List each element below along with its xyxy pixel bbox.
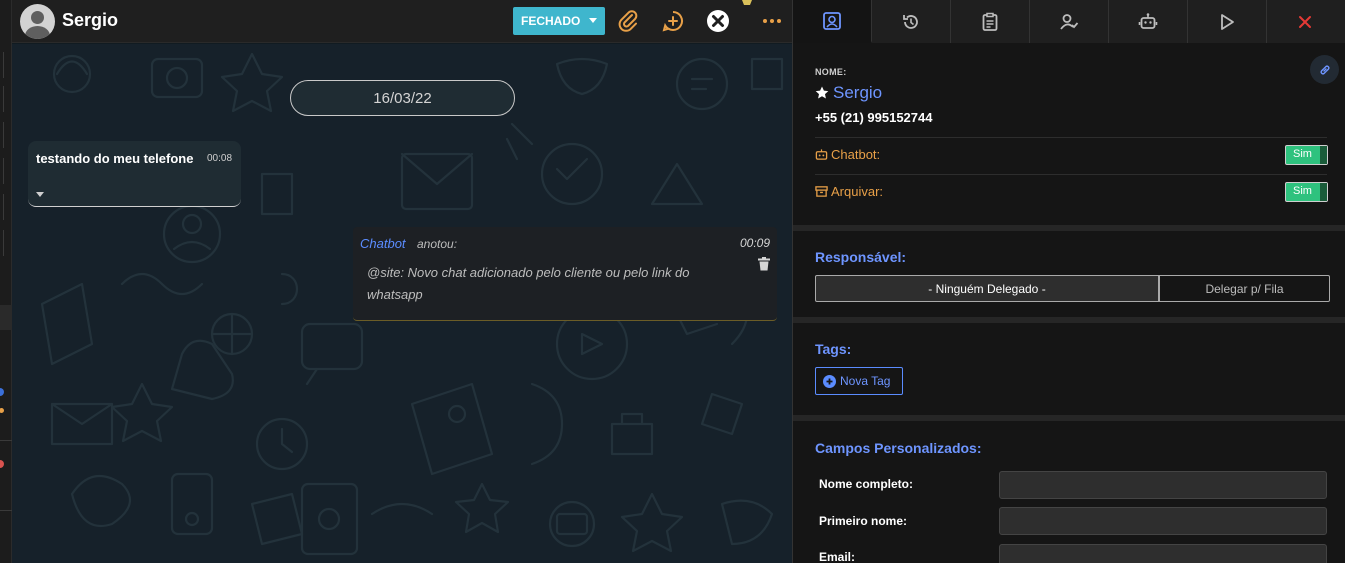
responsible-title: Responsável: [815, 249, 907, 265]
section-separator [793, 225, 1345, 231]
message-text: testando do meu telefone [36, 151, 194, 166]
list-edge-divider [0, 440, 12, 441]
tab-play[interactable] [1188, 0, 1267, 43]
history-icon [903, 14, 918, 29]
list-edge-mark [0, 158, 4, 184]
message-menu-chevron-icon[interactable] [36, 192, 44, 197]
play-icon [1221, 13, 1234, 30]
name-label: NOME: [815, 67, 847, 77]
field-label: Primeiro nome: [819, 514, 908, 528]
tab-close[interactable] [1267, 0, 1342, 43]
list-edge-mark [0, 122, 4, 148]
status-label: FECHADO [521, 14, 581, 28]
unread-dot [0, 460, 4, 468]
divider [815, 137, 1327, 138]
note-author: Chatbot [360, 236, 406, 251]
trash-icon[interactable] [757, 257, 771, 271]
field-label: Email: [819, 550, 856, 563]
tab-history[interactable] [872, 0, 951, 43]
delegate-queue-button[interactable]: Delegar p/ Fila [1159, 275, 1330, 302]
chat-messages-area[interactable]: 16/03/22 testando do meu telefone 00:08 … [12, 44, 792, 563]
assigned-agent-button[interactable]: - Ninguém Delegado - [815, 275, 1159, 302]
tags-title: Tags: [815, 341, 852, 357]
contact-name-value[interactable]: Sergio [833, 83, 882, 103]
chatbot-toggle[interactable]: Sim [1285, 145, 1328, 165]
link-button[interactable] [1310, 55, 1339, 84]
divider [815, 174, 1327, 175]
delegate-queue-label: Delegar p/ Fila [1205, 281, 1284, 296]
section-separator [793, 317, 1345, 323]
add-comment-icon[interactable] [661, 9, 685, 33]
message-time: 00:08 [207, 153, 233, 164]
paperclip-icon[interactable] [616, 9, 640, 33]
clipboard-icon [982, 12, 998, 31]
archive-row: Arquivar: Sim [815, 180, 1328, 204]
new-tag-label: Nova Tag [840, 374, 891, 388]
unread-dot [0, 408, 4, 413]
contact-card-icon [823, 11, 841, 30]
robot-icon [815, 149, 828, 160]
archive-toggle-value: Sim [1293, 185, 1312, 197]
date-separator: 16/03/22 [290, 80, 515, 116]
chatbot-label: Chatbot: [831, 147, 881, 162]
caret-down-icon [589, 18, 597, 23]
star-icon[interactable] [815, 86, 829, 100]
chat-list-edge [0, 0, 12, 563]
tab-assign[interactable] [1030, 0, 1109, 43]
contact-name[interactable]: Sergio [62, 10, 118, 31]
full-name-input[interactable] [999, 471, 1327, 499]
email-input[interactable] [999, 544, 1327, 563]
tab-contact[interactable] [793, 0, 872, 43]
new-tag-button[interactable]: Nova Tag [815, 367, 903, 395]
list-edge-mark [0, 194, 4, 220]
date-label: 16/03/22 [373, 89, 432, 107]
contact-name-row: Sergio [815, 83, 882, 103]
list-edge-row [0, 305, 12, 330]
status-dropdown-button[interactable]: FECHADO [513, 7, 605, 35]
close-chat-icon[interactable] [706, 9, 730, 33]
chat-header: Sergio FECHADO [12, 0, 792, 43]
note-body: @site: Novo chat adicionado pelo cliente… [367, 265, 690, 302]
chatbot-toggle-value: Sim [1293, 148, 1312, 160]
note-verb: anotou: [417, 237, 458, 251]
tab-notes[interactable] [951, 0, 1030, 43]
contact-panel-tabs [792, 0, 1345, 43]
list-edge-mark [0, 52, 4, 78]
section-separator [793, 415, 1345, 421]
user-check-icon [1060, 13, 1079, 30]
link-icon [1320, 65, 1329, 74]
custom-fields-title: Campos Personalizados: [815, 440, 982, 456]
close-icon [1298, 15, 1311, 28]
list-edge-divider [0, 510, 12, 511]
internal-note: Chatbot anotou: 00:09 @site: Novo chat a… [353, 227, 777, 321]
more-options-icon[interactable] [760, 9, 784, 33]
robot-icon [1138, 12, 1158, 29]
list-edge-mark [0, 86, 4, 112]
archive-icon [815, 186, 828, 197]
avatar[interactable] [20, 4, 55, 39]
archive-toggle[interactable]: Sim [1285, 182, 1328, 202]
archive-label: Arquivar: [831, 184, 884, 199]
contact-phone: +55 (21) 995152744 [815, 110, 933, 125]
plus-circle-icon [823, 374, 836, 388]
note-time: 00:09 [739, 236, 770, 250]
app-root: Sergio FECHADO 16/03/22 testando do meu … [0, 0, 1345, 563]
tab-bot[interactable] [1109, 0, 1188, 43]
unread-dot [0, 388, 4, 396]
list-edge-mark [0, 230, 4, 256]
chatbot-row: Chatbot: Sim [815, 143, 1328, 167]
field-label: Nome completo: [819, 477, 914, 491]
notification-icon [742, 0, 752, 5]
first-name-input[interactable] [999, 507, 1327, 535]
contact-details-panel: NOME: Sergio +55 (21) 995152744 Chatbot:… [792, 43, 1345, 563]
assigned-agent-label: - Ninguém Delegado - [928, 281, 1046, 296]
message-bubble[interactable]: testando do meu telefone 00:08 [28, 141, 241, 207]
